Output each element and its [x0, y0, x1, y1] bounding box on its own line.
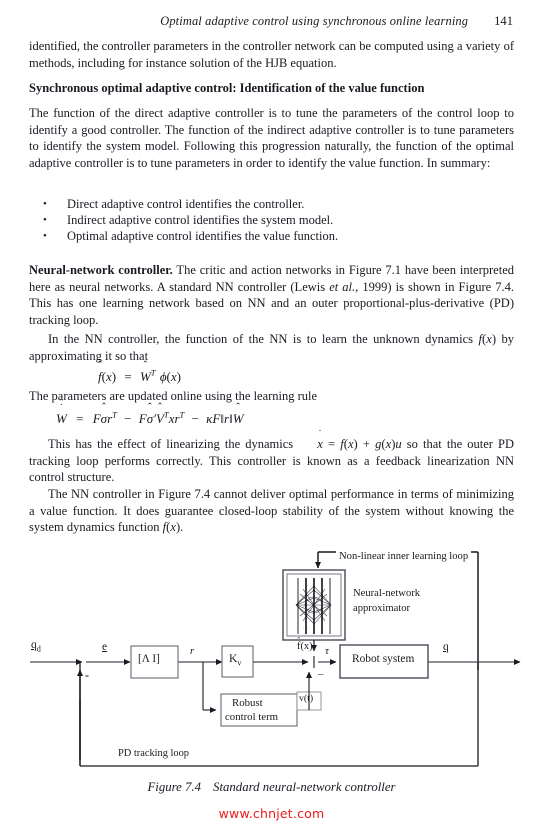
figure-label-vt: v(t) [299, 693, 314, 704]
paragraph-update-rule-block: The parameters are updated online using … [29, 388, 514, 405]
figure-caption: Figure 7.4 Standard neural-network contro… [29, 780, 514, 795]
paragraph-function: The function of the direct adaptive cont… [29, 106, 514, 170]
sigma-hat-symbol: ̂σ [100, 411, 108, 426]
paragraph-nn-controller-block: Neural-network controller. The critic an… [29, 262, 514, 328]
citation-et-al: et al. [329, 279, 356, 294]
figure-label-robust-line2: control term [225, 711, 279, 723]
f-hat-accent: ̂f [297, 641, 301, 652]
paragraph-linearization-block: This has the effect of linearizing the d… [29, 436, 514, 486]
paragraph-continued: identified, the controller parameters in… [29, 39, 514, 70]
w-dot-hat-symbol: ̇̂W [56, 411, 67, 426]
figure-label-kv-block: Kv [229, 652, 242, 668]
figure-label-minus-right: _ [318, 664, 324, 676]
list-item: Direct adaptive control identifies the c… [29, 196, 514, 212]
figure-label-qd: qd [31, 639, 41, 654]
paragraph-linearization: This has the effect of linearizing the d… [29, 436, 514, 486]
sigma-hat-prime-symbol: ̂σ [146, 411, 154, 426]
figure-label-outer-loop: Non-linear inner learning loop [336, 551, 472, 562]
inline-math-fx: f(x) [478, 332, 497, 346]
figure-label-pd-loop: PD tracking loop [118, 748, 189, 759]
paragraph-learning-pre: In the NN controller, the function of th… [48, 332, 479, 346]
paragraph-nn-controller: Neural-network controller. The critic an… [29, 262, 514, 328]
figure-label-robust-line1: Robust [232, 697, 263, 709]
w-hat-symbol-2: ̂W [232, 411, 244, 426]
paragraph-lead-in: Neural-network controller. [29, 263, 173, 277]
figure-caption-text: Standard neural-network controller [213, 780, 396, 794]
figure-label-nn-approximator-line2: approximator [353, 603, 411, 614]
figure-label-robot-system: Robot system [352, 653, 415, 665]
w-hat-symbol: ̂W [139, 369, 151, 384]
paragraph-optimal-pre: The NN controller in Figure 7.4 cannot d… [29, 487, 514, 535]
paragraph-update-rule: The parameters are updated online using … [29, 389, 318, 403]
page-number: 141 [494, 14, 513, 28]
watermark: www.chnjet.com [218, 806, 325, 821]
figure-label-q-out: q [443, 641, 449, 653]
svg-text:. . .: . . . [303, 604, 308, 608]
equation-function-approximation: ̂f(x) = ̂WT ϕ(x) [98, 367, 182, 384]
v-hat-symbol: ̂V [155, 411, 164, 426]
paragraph-optimal-post: . [180, 520, 184, 535]
running-head-title: Optimal adaptive control using synchrono… [160, 14, 469, 28]
svg-text:. . .: . . . [303, 626, 308, 630]
figure-label-minus-left: - [85, 668, 89, 682]
subheading-block: Synchronous optimal adaptive control: Id… [29, 80, 514, 97]
figure-label-tau: τ [325, 645, 329, 657]
f-hat-arg: (x) [300, 641, 313, 652]
figure-label-nn-approximator-line1: Neural-network [353, 588, 421, 599]
figure-label-lambda-block: [Λ I] [138, 653, 160, 665]
paragraph-learning-block: In the NN controller, the function of th… [29, 331, 514, 364]
figure-label-f-hat: ̂f(x) [297, 641, 313, 652]
paragraph-function-block: The function of the direct adaptive cont… [29, 105, 514, 171]
equation-weight-update: ̇̂W = F̂σrT − F̂σ′̂VTxrT − κF‖r‖̂W [56, 409, 244, 426]
running-head: Optimal adaptive control using synchrono… [30, 14, 513, 29]
inline-math-fx-2: f(x) [162, 520, 181, 535]
document-page: Optimal adaptive control using synchrono… [0, 0, 543, 832]
paragraph-learning: In the NN controller, the function of th… [29, 331, 514, 364]
paragraph-linearization-pre: This has the effect of linearizing the d… [48, 437, 299, 451]
svg-text:. . .: . . . [303, 583, 308, 587]
f-hat-symbol: ̂f [98, 369, 102, 384]
paragraph-optimal-block: The NN controller in Figure 7.4 cannot d… [29, 486, 514, 536]
list-item: Indirect adaptive control identifies the… [29, 212, 514, 228]
figure-label-r-signal: r [190, 646, 195, 657]
paragraph-optimal: The NN controller in Figure 7.4 cannot d… [29, 486, 514, 536]
list-item: Optimal adaptive control identifies the … [29, 228, 514, 244]
section-subheading: Synchronous optimal adaptive control: Id… [29, 81, 425, 95]
figure-label-error: e [102, 641, 108, 653]
inline-math-dynamics: ̇x = f(x) + g(x)u [317, 437, 402, 451]
summary-bullet-list: Direct adaptive control identifies the c… [29, 196, 514, 244]
figure-caption-number: Figure 7.4 [147, 780, 202, 794]
paragraph-continued-block: identified, the controller parameters in… [29, 38, 514, 71]
